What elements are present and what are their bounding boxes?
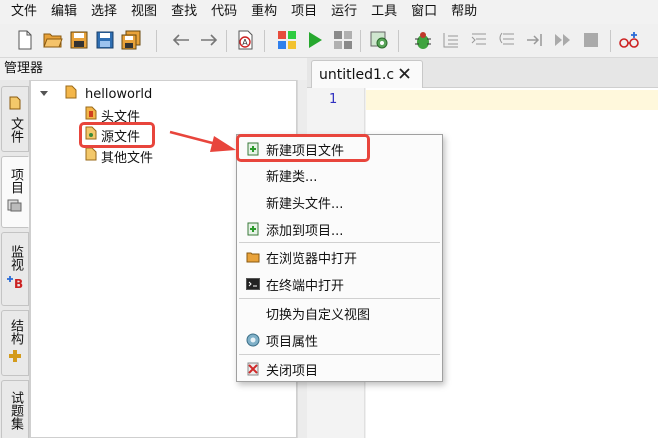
new-file-icon[interactable] <box>14 29 36 51</box>
tab-structure-label: 结构 <box>8 318 23 345</box>
svg-text:B: B <box>14 277 23 290</box>
highlight-box-new-project-file <box>236 134 370 162</box>
menu-view[interactable]: 视图 <box>124 1 164 23</box>
tree-root-label: helloworld <box>85 86 153 102</box>
menu-close-project-label: 关闭项目 <box>266 364 319 379</box>
manager-title: 管理器 <box>0 58 300 80</box>
menu-help[interactable]: 帮助 <box>444 1 484 23</box>
structure-icon <box>7 348 23 368</box>
menu-window[interactable]: 窗口 <box>404 1 444 23</box>
step-out-icon[interactable] <box>496 29 518 51</box>
tree-item-others-label: 其他文件 <box>101 150 154 166</box>
menu-toggle-custom-view[interactable]: 切换为自定义视图 <box>237 301 442 325</box>
editor-tab-title: untitled1.c <box>319 66 395 83</box>
toolbar-separator <box>610 30 611 52</box>
stop-icon[interactable] <box>580 29 602 51</box>
step-icon[interactable] <box>440 29 462 51</box>
menu-open-in-browser[interactable]: 在浏览器中打开 <box>237 245 442 269</box>
tab-untitled1[interactable]: untitled1.c <box>311 60 423 88</box>
save-as-icon[interactable] <box>94 29 116 51</box>
menu-new-header-file-label: 新建头文件... <box>266 197 344 212</box>
toolbar-separator <box>156 30 157 52</box>
menu-refactor[interactable]: 重构 <box>244 1 284 23</box>
close-icon[interactable] <box>399 67 410 83</box>
watch-icon: B <box>6 274 24 294</box>
tab-problem-set[interactable]: 试题集 <box>1 380 29 438</box>
menu-separator <box>239 242 440 243</box>
file-icon <box>8 96 22 114</box>
tab-watch-label: 监视 <box>8 244 23 271</box>
continue-icon[interactable] <box>552 29 574 51</box>
menu-project[interactable]: 项目 <box>284 1 324 23</box>
add-to-project-icon <box>246 222 260 236</box>
breakpoint-icon[interactable] <box>618 29 640 51</box>
current-line-highlight <box>366 90 658 110</box>
menu-separator <box>239 298 440 299</box>
tab-file-label: 文件 <box>8 116 23 143</box>
menu-toggle-custom-view-label: 切换为自定义视图 <box>266 308 371 323</box>
menu-tools[interactable]: 工具 <box>364 1 404 23</box>
toolbar-separator <box>264 30 265 52</box>
windows-logo-icon[interactable] <box>276 29 298 51</box>
toolbar-separator <box>226 30 227 52</box>
menu-close-project[interactable]: 关闭项目 <box>237 357 442 381</box>
menu-add-to-project-label: 添加到项目... <box>266 224 344 239</box>
menu-new-class-label: 新建类... <box>266 170 318 185</box>
tab-project[interactable]: 项目 <box>1 156 29 228</box>
menu-add-to-project[interactable]: 添加到项目... <box>237 217 442 241</box>
forward-arrow-icon[interactable] <box>198 29 220 51</box>
project-folder-icon <box>65 85 77 103</box>
tab-watch[interactable]: 监视 B <box>1 232 29 306</box>
line-number: 1 <box>329 92 338 107</box>
menu-open-in-browser-label: 在浏览器中打开 <box>266 252 358 267</box>
settings-icon[interactable] <box>368 29 390 51</box>
menu-select[interactable]: 选择 <box>84 1 124 23</box>
menu-open-in-terminal[interactable]: 在终端中打开 <box>237 272 442 296</box>
run-to-cursor-icon[interactable] <box>524 29 546 51</box>
expand-arrow-icon[interactable] <box>39 87 49 102</box>
toolbar-separator <box>360 30 361 52</box>
other-folder-icon <box>85 147 97 165</box>
folder-open-icon <box>246 250 260 264</box>
menu-separator <box>239 354 440 355</box>
menu-new-class[interactable]: 新建类... <box>237 163 442 187</box>
close-project-icon <box>246 362 260 376</box>
menu-new-header-file[interactable]: 新建头文件... <box>237 190 442 214</box>
menu-run[interactable]: 运行 <box>324 1 364 23</box>
open-folder-icon[interactable] <box>42 29 64 51</box>
tab-structure[interactable]: 结构 <box>1 310 29 376</box>
highlight-box-source-files <box>79 122 155 148</box>
tab-file[interactable]: 文件 <box>1 86 29 152</box>
tree-item-others[interactable]: 其他文件 <box>85 146 153 166</box>
svg-text:A: A <box>242 38 248 47</box>
tree-root-row[interactable]: helloworld <box>39 84 152 104</box>
terminal-icon <box>246 277 260 291</box>
pointer-arrow <box>169 130 236 152</box>
menu-edit[interactable]: 编辑 <box>44 1 84 23</box>
manager-side-tabs: 文件 项目 监视 B 结构 试题集 <box>0 80 30 438</box>
menu-find[interactable]: 查找 <box>164 1 204 23</box>
toolbar: A <box>0 24 658 58</box>
debug-bug-icon[interactable] <box>412 29 434 51</box>
project-icon <box>7 197 23 217</box>
save-all-icon[interactable] <box>120 29 142 51</box>
back-arrow-icon[interactable] <box>170 29 192 51</box>
step-into-icon[interactable] <box>468 29 490 51</box>
editor-tab-bar: untitled1.c <box>307 58 658 88</box>
menu-project-properties[interactable]: 项目属性 <box>237 328 442 352</box>
format-code-icon[interactable]: A <box>234 29 256 51</box>
tab-project-label: 项目 <box>8 167 23 194</box>
menu-file[interactable]: 文件 <box>4 1 44 23</box>
context-menu: 新建项目文件 新建类... 新建头文件... 添加到项目... 在浏览器中打开 … <box>236 134 443 382</box>
save-icon[interactable] <box>68 29 90 51</box>
menubar: 文件 编辑 选择 视图 查找 代码 重构 项目 运行 工具 窗口 帮助 <box>0 0 658 24</box>
toolbar-separator <box>398 30 399 52</box>
tab-problem-set-label: 试题集 <box>8 390 23 430</box>
menu-project-properties-label: 项目属性 <box>266 335 319 350</box>
layout-icon[interactable] <box>332 29 354 51</box>
run-icon[interactable] <box>304 29 326 51</box>
menu-code[interactable]: 代码 <box>204 1 244 23</box>
properties-icon <box>246 333 260 347</box>
menu-open-in-terminal-label: 在终端中打开 <box>266 279 345 294</box>
